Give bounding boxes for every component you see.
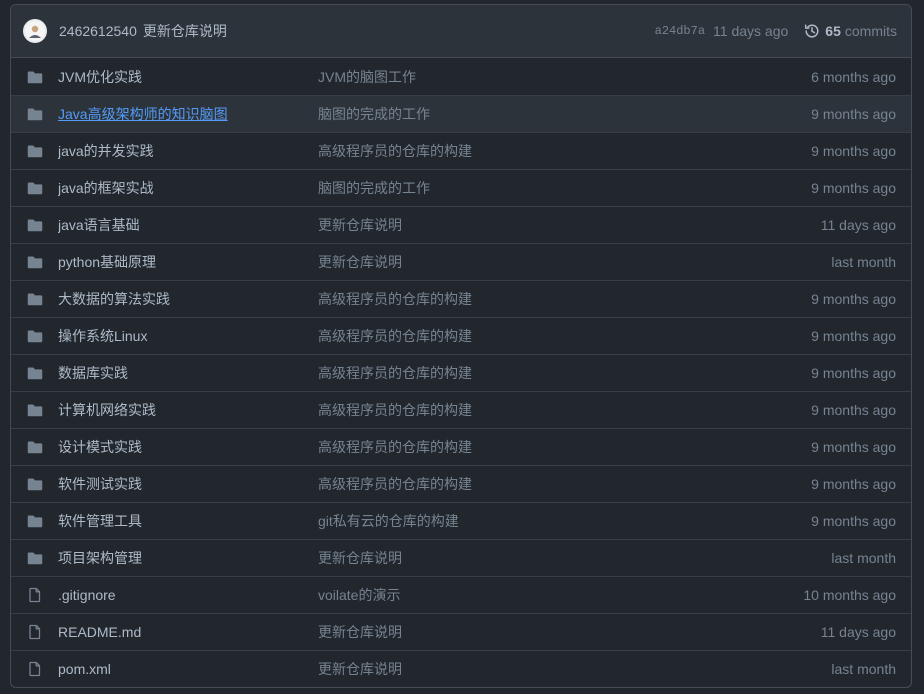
file-row[interactable]: 操作系统Linux 高级程序员的仓库的构建 9 months ago (11, 317, 911, 354)
file-row[interactable]: python基础原理 更新仓库说明 last month (11, 243, 911, 280)
file-row[interactable]: java语言基础 更新仓库说明 11 days ago (11, 206, 911, 243)
file-name-link[interactable]: 操作系统Linux (58, 326, 318, 346)
commit-author[interactable]: 2462612540 (59, 23, 137, 39)
commit-message-link[interactable]: 更新仓库说明 (318, 252, 831, 272)
file-name-link[interactable]: README.md (58, 624, 318, 640)
file-name-link[interactable]: .gitignore (58, 587, 318, 603)
commit-time: 9 months ago (811, 291, 896, 307)
commit-message-link[interactable]: 高级程序员的仓库的构建 (318, 326, 811, 346)
commit-time: last month (831, 254, 896, 270)
file-row[interactable]: 数据库实践 高级程序员的仓库的构建 9 months ago (11, 354, 911, 391)
latest-commit-bar: 2462612540 更新仓库说明 a24db7a 11 days ago 65… (11, 5, 911, 58)
commit-time: 10 months ago (803, 587, 896, 603)
file-row[interactable]: java的框架实战 脑图的完成的工作 9 months ago (11, 169, 911, 206)
folder-icon (27, 108, 43, 121)
avatar[interactable] (23, 19, 47, 43)
commit-time: 9 months ago (811, 365, 896, 381)
folder-icon (27, 478, 43, 491)
file-browser: 2462612540 更新仓库说明 a24db7a 11 days ago 65… (10, 4, 912, 688)
commit-message-link[interactable]: 高级程序员的仓库的构建 (318, 437, 811, 457)
commit-message-link[interactable]: 更新仓库说明 (318, 622, 821, 642)
file-row[interactable]: 设计模式实践 高级程序员的仓库的构建 9 months ago (11, 428, 911, 465)
commit-message-link[interactable]: 高级程序员的仓库的构建 (318, 363, 811, 383)
commit-time: 9 months ago (811, 106, 896, 122)
file-row[interactable]: java的并发实践 高级程序员的仓库的构建 9 months ago (11, 132, 911, 169)
commit-time: 9 months ago (811, 402, 896, 418)
file-name-link[interactable]: python基础原理 (58, 252, 318, 272)
file-row[interactable]: pom.xml 更新仓库说明 last month (11, 650, 911, 687)
history-icon (805, 24, 819, 38)
file-name-link[interactable]: 计算机网络实践 (58, 400, 318, 420)
folder-icon (27, 404, 43, 417)
file-list: JVM优化实践 JVM的脑图工作 6 months ago Java高级架构师的知识脑… (11, 58, 911, 687)
commit-time: 9 months ago (811, 180, 896, 196)
file-row[interactable]: 软件测试实践 高级程序员的仓库的构建 9 months ago (11, 465, 911, 502)
file-row[interactable]: 项目架构管理 更新仓库说明 last month (11, 539, 911, 576)
file-row[interactable]: Java高级架构师的知识脑图 脑图的完成的工作 9 months ago (11, 95, 911, 132)
file-row[interactable]: 大数据的算法实践 高级程序员的仓库的构建 9 months ago (11, 280, 911, 317)
commit-message-link[interactable]: 高级程序员的仓库的构建 (318, 474, 811, 494)
file-name-link[interactable]: 大数据的算法实践 (58, 289, 318, 309)
commit-message[interactable]: 更新仓库说明 (143, 21, 227, 41)
commit-time: last month (831, 550, 896, 566)
file-name-link[interactable]: java的框架实战 (58, 178, 318, 198)
file-name-link[interactable]: java语言基础 (58, 215, 318, 235)
folder-icon (27, 145, 43, 158)
commit-time: 9 months ago (811, 143, 896, 159)
file-row[interactable]: 软件管理工具 git私有云的仓库的构建 9 months ago (11, 502, 911, 539)
file-name-link[interactable]: 设计模式实践 (58, 437, 318, 457)
file-name-link[interactable]: Java高级架构师的知识脑图 (58, 104, 318, 124)
file-icon (29, 587, 41, 603)
file-row[interactable]: JVM优化实践 JVM的脑图工作 6 months ago (11, 58, 911, 95)
commit-time: 11 days ago (713, 23, 789, 39)
commit-time: 9 months ago (811, 476, 896, 492)
commit-sha[interactable]: a24db7a (655, 24, 705, 38)
commit-message-link[interactable]: 脑图的完成的工作 (318, 104, 811, 124)
folder-icon (27, 256, 43, 269)
commit-time: 9 months ago (811, 513, 896, 529)
file-icon (29, 624, 41, 640)
commit-message-link[interactable]: 高级程序员的仓库的构建 (318, 400, 811, 420)
commit-message-link[interactable]: 更新仓库说明 (318, 548, 831, 568)
file-icon (29, 661, 41, 677)
commits-label: commits (844, 23, 897, 39)
file-row[interactable]: 计算机网络实践 高级程序员的仓库的构建 9 months ago (11, 391, 911, 428)
commits-link[interactable]: 65 commits (804, 23, 897, 39)
folder-icon (27, 330, 43, 343)
commit-time: 9 months ago (811, 328, 896, 344)
file-name-link[interactable]: 软件测试实践 (58, 474, 318, 494)
commit-message-link[interactable]: 更新仓库说明 (318, 659, 831, 679)
file-name-link[interactable]: pom.xml (58, 661, 318, 677)
commit-time: 9 months ago (811, 439, 896, 455)
file-name-link[interactable]: java的并发实践 (58, 141, 318, 161)
commit-message-link[interactable]: git私有云的仓库的构建 (318, 511, 811, 531)
folder-icon (27, 219, 43, 232)
commit-time: 11 days ago (820, 624, 896, 640)
file-name-link[interactable]: 软件管理工具 (58, 511, 318, 531)
file-name-link[interactable]: 项目架构管理 (58, 548, 318, 568)
commit-message-link[interactable]: voilate的演示 (318, 585, 803, 605)
commit-time: 6 months ago (811, 68, 896, 85)
file-name-link[interactable]: 数据库实践 (58, 363, 318, 383)
file-name-link[interactable]: JVM优化实践 (58, 67, 318, 87)
commit-count: 65 (825, 23, 841, 39)
folder-icon (27, 367, 43, 380)
file-row[interactable]: README.md 更新仓库说明 11 days ago (11, 613, 911, 650)
commit-message-link[interactable]: 高级程序员的仓库的构建 (318, 141, 811, 161)
folder-icon (27, 552, 43, 565)
commit-message-link[interactable]: 脑图的完成的工作 (318, 178, 811, 198)
commit-message-link[interactable]: 更新仓库说明 (318, 215, 821, 235)
folder-icon (27, 182, 43, 195)
commit-time: 11 days ago (820, 217, 896, 233)
folder-icon (27, 293, 43, 306)
commit-message-link[interactable]: JVM的脑图工作 (318, 67, 811, 87)
commit-time: last month (831, 661, 896, 677)
folder-icon (27, 71, 43, 83)
commit-message-link[interactable]: 高级程序员的仓库的构建 (318, 289, 811, 309)
folder-icon (27, 441, 43, 454)
file-row[interactable]: .gitignore voilate的演示 10 months ago (11, 576, 911, 613)
folder-icon (27, 515, 43, 528)
